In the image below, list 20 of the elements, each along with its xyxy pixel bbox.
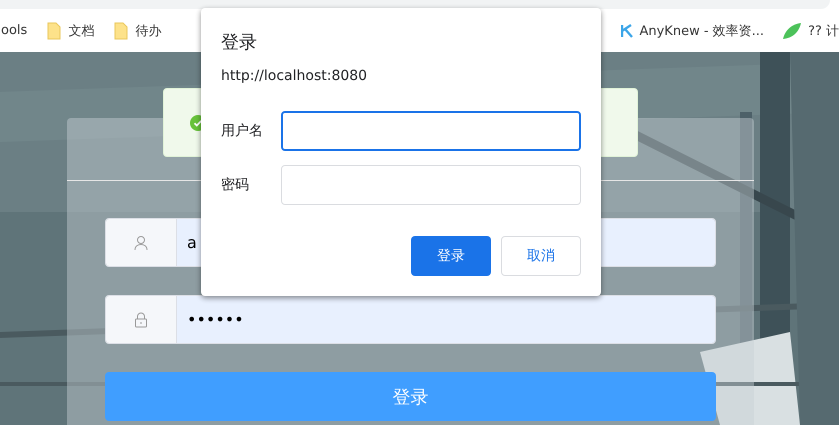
leaf-icon xyxy=(782,22,802,40)
folder-icon xyxy=(114,22,128,40)
bookmark-link[interactable]: 待办 xyxy=(135,22,162,40)
field-value: •••••• xyxy=(177,296,715,343)
bookmark-link[interactable]: ?? 计 xyxy=(808,22,839,40)
field-label: 用户名 xyxy=(221,122,264,140)
bookmark-link[interactable]: AnyKnew - 效率资... xyxy=(639,22,764,40)
field-label: 密码 xyxy=(221,176,250,194)
site-address: http://localhost:8080 xyxy=(221,68,368,84)
bookmark-link[interactable]: ools xyxy=(1,23,28,38)
user-icon xyxy=(134,234,148,250)
input-field[interactable]: •••••• xyxy=(105,295,716,344)
k-logo-icon xyxy=(621,24,634,38)
folder-icon xyxy=(47,22,62,40)
dialog-title: 登录 xyxy=(221,31,258,54)
lock-icon xyxy=(134,312,148,328)
bookmark-link[interactable]: 文档 xyxy=(68,22,94,40)
login-button[interactable]: 登录 xyxy=(411,236,491,276)
input-field[interactable] xyxy=(281,111,581,151)
cancel-button[interactable]: 取消 xyxy=(501,236,581,276)
